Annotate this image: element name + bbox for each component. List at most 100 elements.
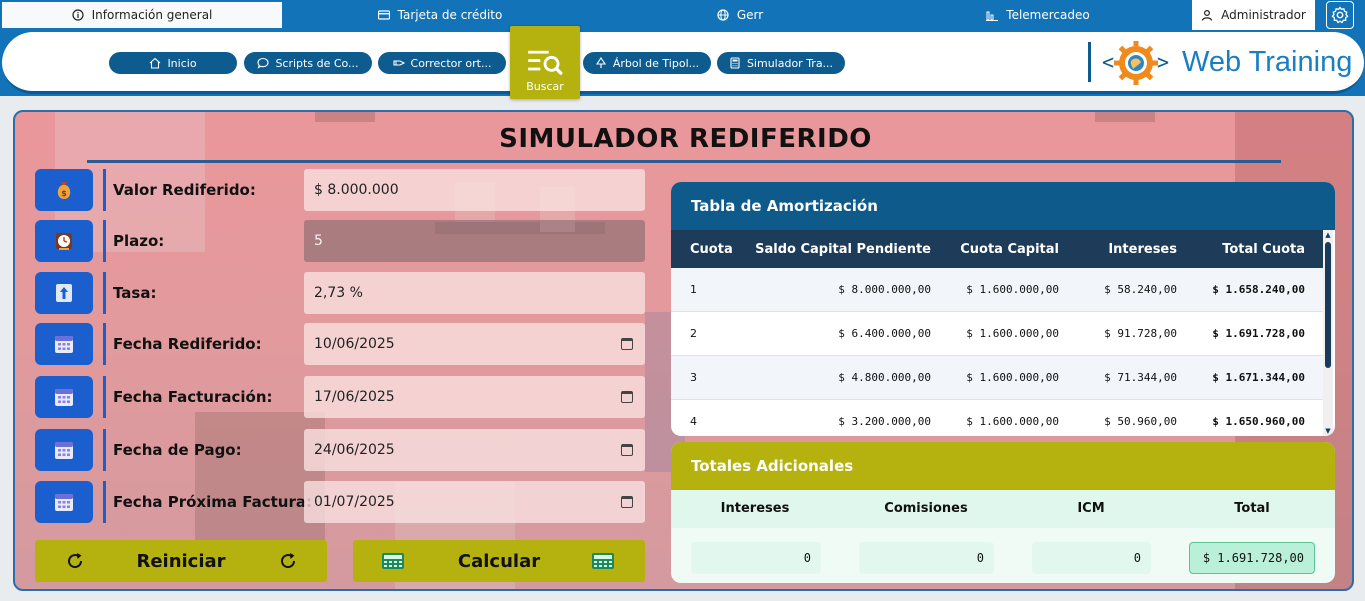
table-cell: 4 xyxy=(690,415,697,428)
field-value: 10/06/2025 xyxy=(314,336,395,352)
amortization-table: Cuota Saldo Capital Pendiente Cuota Capi… xyxy=(671,230,1323,436)
tasa-input[interactable]: 2,73 % xyxy=(304,272,645,314)
table-cell: $ 6.400.000,00 xyxy=(838,327,931,340)
title-divider xyxy=(87,160,1281,163)
user-name: Administrador xyxy=(1221,8,1306,22)
fecha-facturacion-input[interactable]: 17/06/2025 xyxy=(304,376,645,418)
table-cell: 2 xyxy=(690,327,697,340)
money-bag-icon: $ xyxy=(35,169,93,211)
amortization-card: Tabla de Amortización Cuota Saldo Capita… xyxy=(671,182,1335,436)
user-menu[interactable]: Administrador xyxy=(1192,0,1315,30)
nav-corrector[interactable]: Corrector ort... xyxy=(378,52,506,74)
table-row: 3 $ 4.800.000,00 $ 1.600.000,00 $ 71.344… xyxy=(671,356,1323,400)
field-label: Fecha Rediferido: xyxy=(113,335,262,353)
field-value: 24/06/2025 xyxy=(314,442,395,458)
gear-icon xyxy=(1331,6,1349,24)
field-separator xyxy=(103,220,106,262)
nav-arbol[interactable]: Árbol de Tipol... xyxy=(583,52,711,74)
field-separator xyxy=(103,376,106,418)
search-label: Buscar xyxy=(526,80,564,93)
tab-gerr[interactable]: Gerr xyxy=(705,0,775,30)
calendar-icon xyxy=(35,481,93,523)
nav-label: Inicio xyxy=(167,56,197,70)
search-button[interactable]: Buscar xyxy=(510,26,580,99)
clock-icon xyxy=(35,220,93,262)
nav-scripts[interactable]: Scripts de Co... xyxy=(244,52,372,74)
field-label: Fecha de Pago: xyxy=(113,441,242,459)
totals-card: Totales Adicionales Intereses Comisiones… xyxy=(671,442,1335,583)
tab-label: Gerr xyxy=(736,8,764,22)
fecha-proxima-factura-input[interactable]: 01/07/2025 xyxy=(304,481,645,523)
tab-label: Telemercadeo xyxy=(1006,8,1090,22)
table-body: 1 $ 8.000.000,00 $ 1.600.000,00 $ 58.240… xyxy=(671,268,1323,436)
scroll-down-icon[interactable]: ▼ xyxy=(1323,426,1333,436)
calendar-picker-icon[interactable] xyxy=(621,338,633,350)
calendar-picker-icon[interactable] xyxy=(621,496,633,508)
up-arrow-icon xyxy=(35,272,93,314)
svg-text:$: $ xyxy=(61,189,67,198)
fecha-rediferido-input[interactable]: 10/06/2025 xyxy=(304,323,645,365)
totals-title: Totales Adicionales xyxy=(671,442,1335,490)
settings-button[interactable] xyxy=(1326,1,1354,29)
column-header: Intereses xyxy=(1108,241,1177,257)
scrollbar-thumb[interactable] xyxy=(1325,242,1331,368)
table-cell: $ 1.650.960,00 xyxy=(1212,415,1305,428)
calculator-icon xyxy=(730,57,740,69)
nav-inicio[interactable]: Inicio xyxy=(109,52,237,74)
totals-label-intereses: Intereses xyxy=(720,501,790,516)
field-fecha-proxima-factura: Fecha Próxima Factura: 01/07/2025 xyxy=(35,481,645,523)
field-separator xyxy=(103,169,106,211)
table-row: 4 $ 3.200.000,00 $ 1.600.000,00 $ 50.960… xyxy=(671,400,1323,436)
chat-icon xyxy=(257,57,270,69)
field-value: 17/06/2025 xyxy=(314,389,395,405)
table-cell: $ 1.671.344,00 xyxy=(1212,371,1305,384)
nav-label: Simulador Tra... xyxy=(746,56,834,70)
field-valor-rediferido: $ Valor Rediferido: $ 8.000.000 xyxy=(35,169,645,211)
table-cell: $ 71.344,00 xyxy=(1104,371,1177,384)
nav-label: Árbol de Tipol... xyxy=(612,56,700,70)
table-cell: $ 58.240,00 xyxy=(1104,283,1177,296)
calculate-button[interactable]: Calcular xyxy=(353,540,645,582)
scroll-up-icon[interactable]: ▲ xyxy=(1323,230,1333,240)
tab-label: Información general xyxy=(91,8,213,22)
chart-icon xyxy=(986,11,999,21)
table-header: Cuota Saldo Capital Pendiente Cuota Capi… xyxy=(671,230,1323,268)
totals-label-comisiones: Comisiones xyxy=(884,501,968,516)
table-row: 2 $ 6.400.000,00 $ 1.600.000,00 $ 91.728… xyxy=(671,312,1323,356)
calendar-icon xyxy=(35,429,93,471)
nav-label: Corrector ort... xyxy=(410,56,492,70)
totals-header: Intereses Comisiones ICM Total xyxy=(671,490,1335,528)
reset-button[interactable]: Reiniciar xyxy=(35,540,327,582)
field-label: Valor Rediferido: xyxy=(113,181,256,199)
field-value: 01/07/2025 xyxy=(314,494,395,510)
field-fecha-pago: Fecha de Pago: 24/06/2025 xyxy=(35,429,645,471)
table-cell: $ 91.728,00 xyxy=(1104,327,1177,340)
field-label: Fecha Próxima Factura: xyxy=(113,493,312,511)
nav-simulador[interactable]: Simulador Tra... xyxy=(717,52,845,74)
field-fecha-rediferido: Fecha Rediferido: 10/06/2025 xyxy=(35,323,645,365)
calendar-picker-icon[interactable] xyxy=(621,391,633,403)
table-cell: $ 1.691.728,00 xyxy=(1212,327,1305,340)
user-icon xyxy=(1202,9,1213,21)
table-cell: $ 4.800.000,00 xyxy=(838,371,931,384)
valor-rediferido-input[interactable]: $ 8.000.000 xyxy=(304,169,645,211)
field-label: Plazo: xyxy=(113,232,165,250)
tab-tarjeta-credito[interactable]: Tarjeta de crédito xyxy=(370,0,510,30)
column-header: Total Cuota xyxy=(1222,241,1305,257)
simulator-panel: SIMULADOR REDIFERIDO $ Valor Rediferido:… xyxy=(13,110,1354,591)
brand-name: Web Training xyxy=(1182,46,1353,78)
table-cell: $ 1.600.000,00 xyxy=(966,283,1059,296)
tree-icon xyxy=(595,57,606,68)
plazo-input[interactable]: 5 xyxy=(304,220,645,262)
fecha-pago-input[interactable]: 24/06/2025 xyxy=(304,429,645,471)
search-icon xyxy=(528,50,563,75)
table-cell: $ 8.000.000,00 xyxy=(838,283,931,296)
field-separator xyxy=(103,323,106,365)
total-general-value: $ 1.691.728,00 xyxy=(1189,542,1315,574)
tab-informacion-general[interactable]: Información general xyxy=(2,2,282,28)
field-tasa: Tasa: 2,73 % xyxy=(35,272,645,314)
tab-label: Tarjeta de crédito xyxy=(397,8,503,22)
tab-telemercadeo[interactable]: Telemercadeo xyxy=(978,0,1098,30)
table-scrollbar[interactable]: ▲ ▼ xyxy=(1323,230,1333,436)
calendar-picker-icon[interactable] xyxy=(621,444,633,456)
